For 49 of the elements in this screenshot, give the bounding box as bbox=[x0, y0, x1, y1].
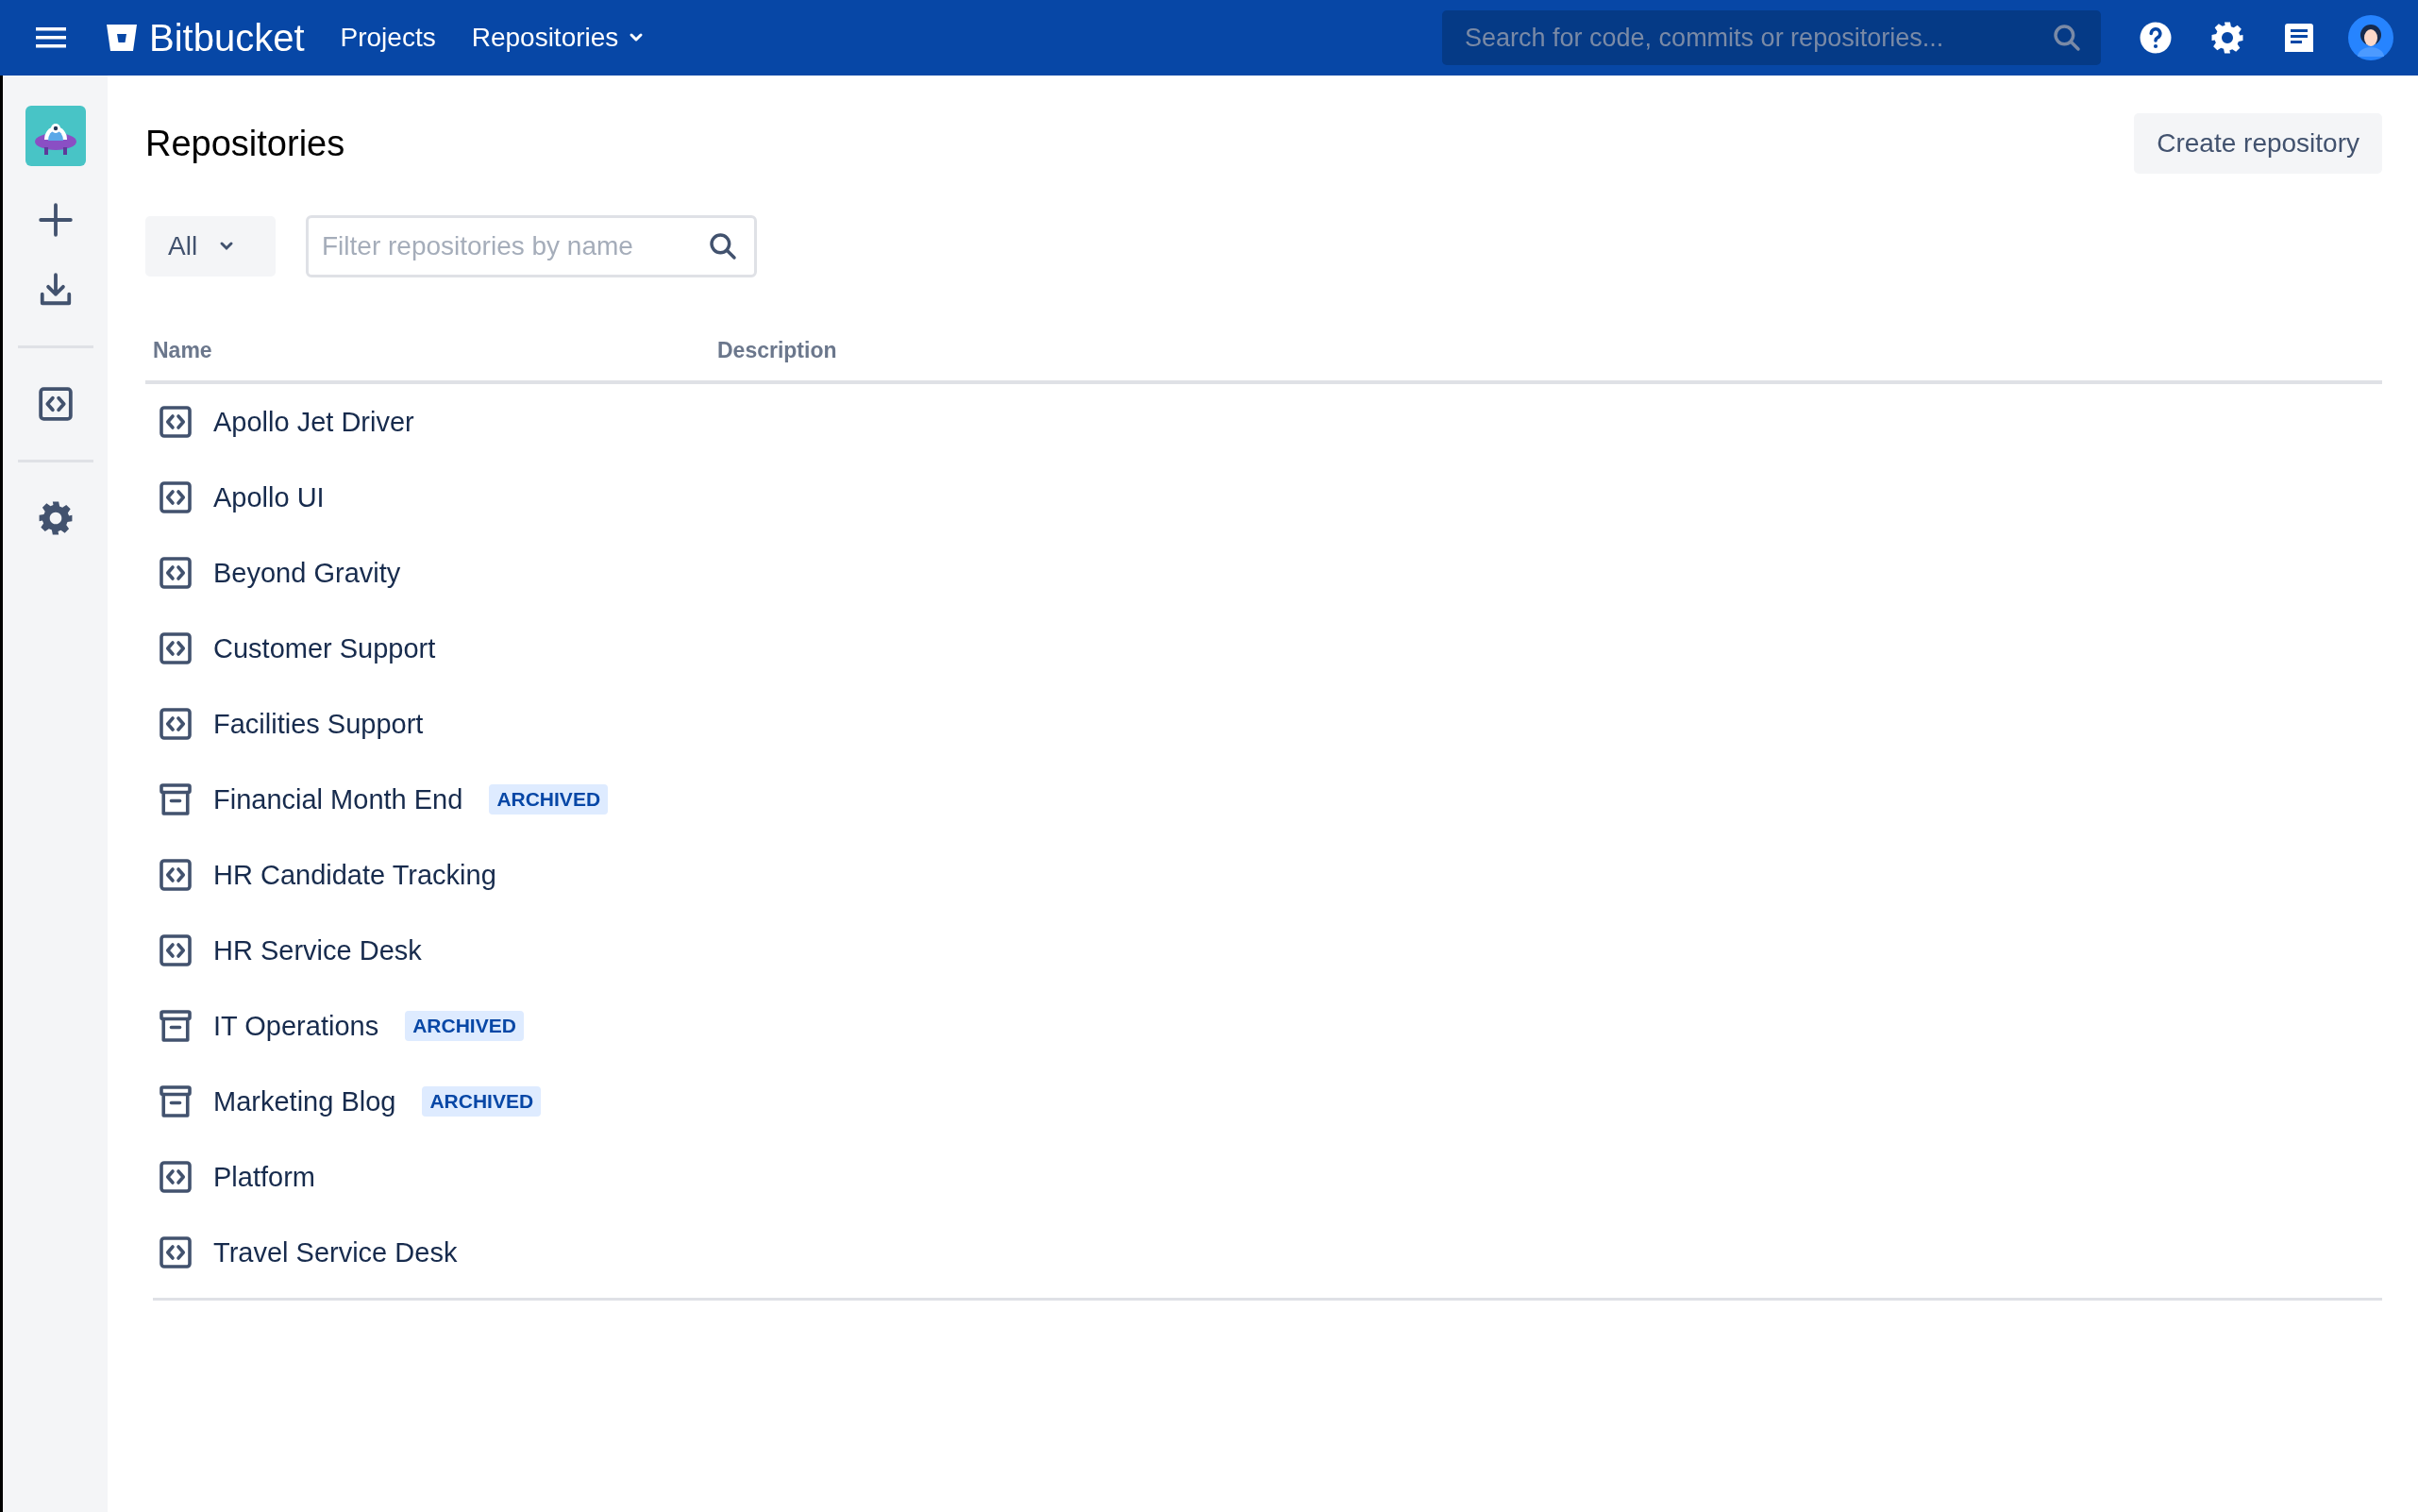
code-icon bbox=[159, 858, 193, 892]
repository-link[interactable]: Beyond Gravity bbox=[213, 557, 401, 589]
settings-icon[interactable] bbox=[37, 500, 74, 536]
alien-ufo-icon[interactable] bbox=[25, 106, 86, 166]
archive-box-icon bbox=[159, 1009, 193, 1043]
column-header[interactable]: Description bbox=[717, 338, 837, 363]
code-icon bbox=[159, 1160, 193, 1194]
repository-link[interactable]: Facilities Support bbox=[213, 708, 424, 740]
repository-link[interactable]: Platform bbox=[213, 1161, 315, 1193]
code-icon bbox=[159, 631, 193, 665]
scope-dropdown[interactable]: All bbox=[145, 216, 276, 277]
help-icon[interactable] bbox=[2139, 21, 2173, 55]
repository-link[interactable]: Travel Service Desk bbox=[213, 1236, 458, 1268]
code-icon bbox=[159, 556, 193, 590]
bucket-logo-icon[interactable] bbox=[106, 23, 138, 53]
filter-field[interactable]: Filter repositories by name bbox=[306, 215, 757, 277]
search-icon[interactable] bbox=[2052, 23, 2082, 53]
settings-icon[interactable] bbox=[2210, 21, 2244, 55]
repository-link[interactable]: HR Service Desk bbox=[213, 934, 422, 966]
nav-link[interactable]: Repositories bbox=[471, 23, 646, 53]
repository-link[interactable]: Apollo UI bbox=[213, 481, 325, 513]
archive-box-icon bbox=[159, 782, 193, 816]
archived-badge: ARCHIVED bbox=[405, 1011, 524, 1041]
page-title: Repositories bbox=[145, 123, 345, 164]
create-repository-button[interactable]: Create repository bbox=[2134, 113, 2382, 174]
repository-link[interactable]: IT Operations bbox=[213, 1010, 379, 1042]
menu-icon[interactable] bbox=[36, 26, 66, 49]
code-icon bbox=[159, 933, 193, 967]
code-icon bbox=[159, 480, 193, 514]
repository-link[interactable]: Apollo Jet Driver bbox=[213, 406, 414, 438]
repository-link[interactable]: Customer Support bbox=[213, 632, 436, 664]
column-header[interactable]: Name bbox=[153, 338, 717, 363]
code-icon[interactable] bbox=[37, 386, 74, 422]
product-name[interactable]: Bitbucket bbox=[149, 16, 305, 59]
repository-link[interactable]: Financial Month End bbox=[213, 783, 463, 815]
search-icon[interactable] bbox=[708, 231, 738, 261]
code-icon bbox=[159, 405, 193, 439]
code-icon bbox=[159, 1235, 193, 1269]
archived-badge: ARCHIVED bbox=[489, 784, 609, 815]
avatar-icon[interactable] bbox=[2348, 15, 2393, 60]
archived-badge: ARCHIVED bbox=[422, 1086, 542, 1117]
notes-icon[interactable] bbox=[2282, 21, 2316, 55]
repository-link[interactable]: Marketing Blog bbox=[213, 1085, 396, 1117]
repository-link[interactable]: HR Candidate Tracking bbox=[213, 859, 496, 891]
nav-link[interactable]: Projects bbox=[340, 23, 436, 53]
plus-icon[interactable] bbox=[37, 202, 74, 238]
archive-box-icon bbox=[159, 1084, 193, 1118]
code-icon bbox=[159, 707, 193, 741]
search-field[interactable]: Search for code, commits or repositories... bbox=[1442, 10, 2101, 65]
